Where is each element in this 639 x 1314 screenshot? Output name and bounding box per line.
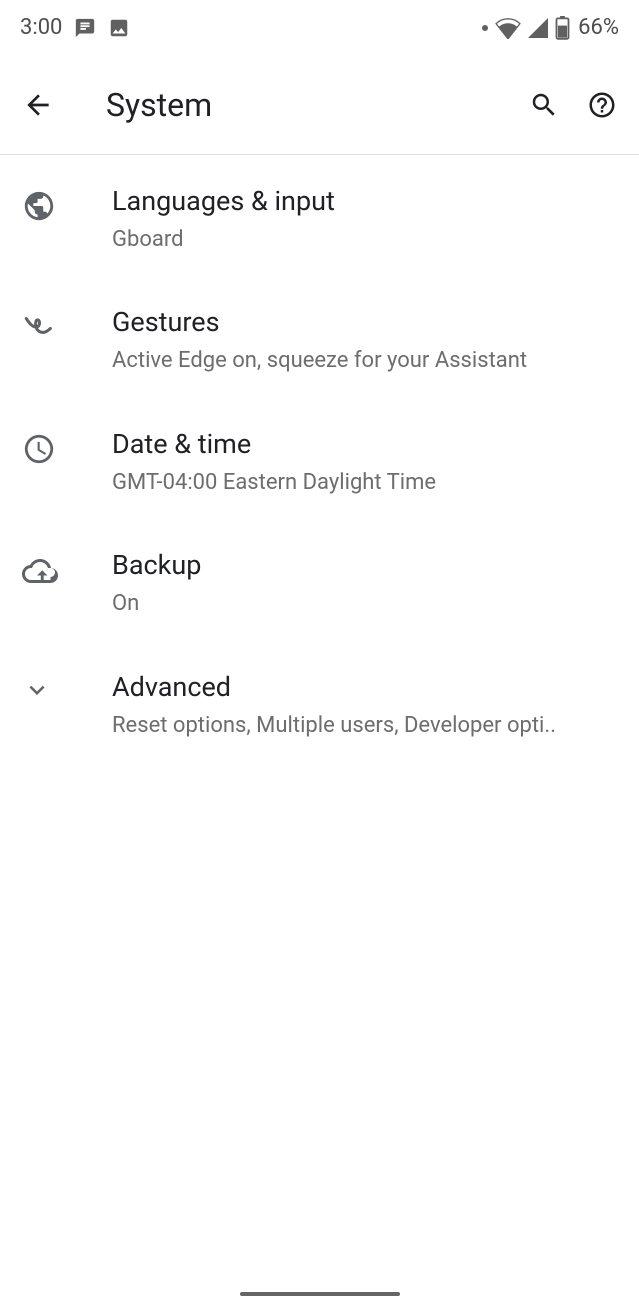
- item-backup[interactable]: Backup On: [0, 523, 639, 644]
- item-subtitle: GMT-04:00 Eastern Daylight Time: [112, 468, 617, 498]
- page-title: System: [106, 86, 529, 124]
- dot-icon: [481, 24, 489, 32]
- back-button[interactable]: [22, 89, 66, 121]
- cellular-icon: [527, 17, 549, 39]
- item-subtitle: Gboard: [112, 225, 617, 255]
- item-subtitle: Active Edge on, squeeze for your Assista…: [112, 346, 617, 376]
- battery-icon: [555, 16, 570, 40]
- status-bar: 3:00 66%: [0, 0, 639, 55]
- search-button[interactable]: [529, 90, 559, 120]
- wifi-icon: [495, 17, 521, 39]
- item-advanced[interactable]: Advanced Reset options, Multiple users, …: [0, 645, 639, 766]
- status-left: 3:00: [20, 15, 130, 40]
- settings-list: Languages & input Gboard Gestures Active…: [0, 155, 639, 766]
- item-languages-input[interactable]: Languages & input Gboard: [0, 159, 639, 280]
- status-time: 3:00: [20, 15, 62, 40]
- item-date-time[interactable]: Date & time GMT-04:00 Eastern Daylight T…: [0, 402, 639, 523]
- status-right: 66%: [481, 15, 619, 40]
- clock-icon: [22, 432, 56, 466]
- item-title: Languages & input: [112, 185, 617, 219]
- chevron-down-icon: [22, 675, 52, 705]
- item-title: Backup: [112, 549, 617, 583]
- nav-handle[interactable]: [240, 1292, 400, 1296]
- item-title: Gestures: [112, 306, 617, 340]
- arrow-back-icon: [22, 89, 54, 121]
- search-icon: [529, 90, 559, 120]
- cloud-upload-icon: [22, 553, 58, 589]
- item-gestures[interactable]: Gestures Active Edge on, squeeze for you…: [0, 280, 639, 401]
- help-icon: [587, 90, 617, 120]
- item-title: Date & time: [112, 428, 617, 462]
- gesture-icon: [22, 310, 56, 344]
- item-title: Advanced: [112, 671, 617, 705]
- chat-notification-icon: [74, 17, 96, 39]
- app-bar: System: [0, 55, 639, 155]
- globe-icon: [22, 189, 56, 223]
- item-subtitle: Reset options, Multiple users, Developer…: [112, 711, 617, 741]
- battery-percent: 66%: [578, 15, 619, 40]
- image-notification-icon: [108, 17, 130, 39]
- help-button[interactable]: [587, 90, 617, 120]
- item-subtitle: On: [112, 589, 617, 619]
